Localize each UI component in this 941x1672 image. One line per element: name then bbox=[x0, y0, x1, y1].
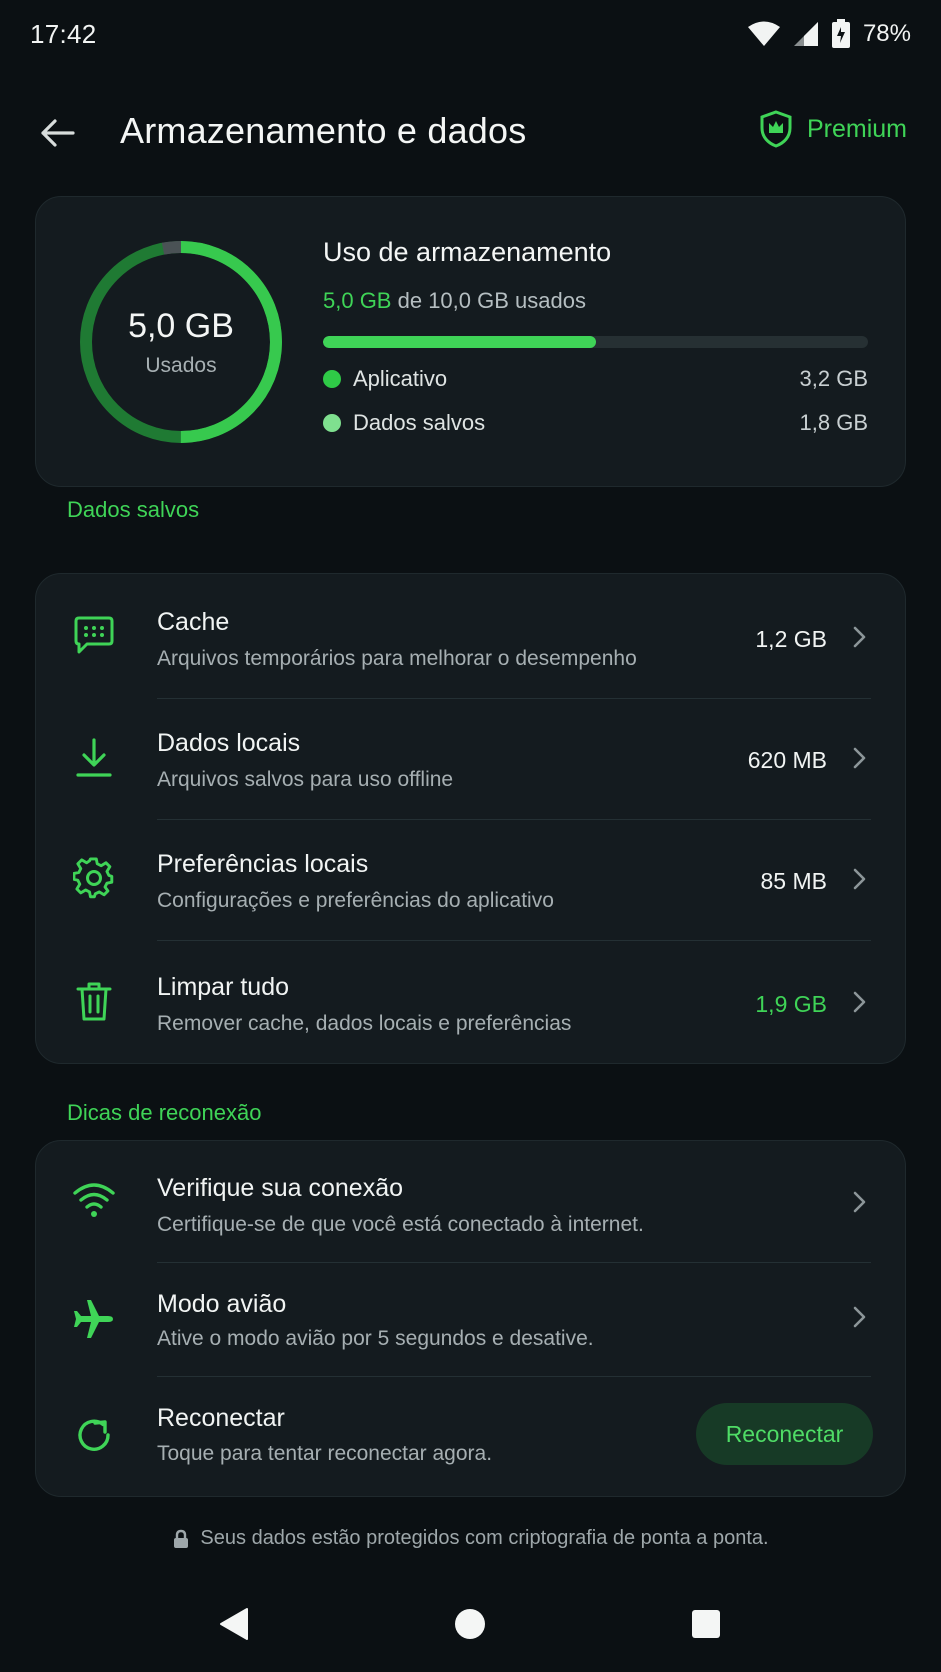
system-nav-bar bbox=[0, 1592, 941, 1656]
premium-label: Premium bbox=[806, 114, 907, 143]
legend-app-value: 3,2 GB bbox=[799, 366, 868, 391]
message-icon bbox=[72, 613, 116, 657]
lock-icon bbox=[174, 1529, 189, 1548]
gear-icon bbox=[72, 856, 116, 900]
list-item-local-preferences[interactable]: Preferências locais Configurações e pref… bbox=[36, 817, 907, 938]
page-title: Armazenamento e dados bbox=[120, 110, 527, 151]
usage-title: Uso de armazenamento bbox=[323, 237, 612, 267]
screen: 17:42 78% Armazenamento e dados Premium … bbox=[0, 0, 941, 1672]
nav-recents-button[interactable] bbox=[682, 1600, 730, 1648]
usage-progress-fill bbox=[323, 336, 596, 348]
nav-home-button[interactable] bbox=[446, 1600, 494, 1648]
legend-saved-data: Dados salvos 1,8 GB bbox=[323, 410, 868, 436]
app-header: Armazenamento e dados Premium bbox=[0, 92, 941, 172]
usage-info: Uso de armazenamento 5,0 GB de 10,0 GB u… bbox=[323, 237, 868, 436]
wifi-status-icon bbox=[747, 21, 780, 46]
legend-saved-value: 1,8 GB bbox=[799, 410, 868, 435]
usage-summary: 5,0 GB de 10,0 GB usados bbox=[323, 288, 868, 314]
usage-progress-bar bbox=[323, 336, 868, 348]
saved-data-card: Cache Arquivos temporários para melhorar… bbox=[35, 573, 906, 1064]
section-label-reconnect-tips: Dicas de reconexão bbox=[67, 1100, 262, 1125]
reconnect-desc: Toque para tentar reconectar agora. bbox=[157, 1442, 493, 1465]
status-time: 17:42 bbox=[30, 18, 97, 49]
trash-icon bbox=[72, 979, 116, 1023]
nav-recents-icon bbox=[692, 1610, 720, 1638]
clear-all-title: Limpar tudo bbox=[157, 973, 290, 1001]
airplane-mode-desc: Ative o modo avião por 5 segundos e desa… bbox=[157, 1327, 594, 1350]
wifi-icon bbox=[72, 1178, 116, 1222]
list-item-check-connection[interactable]: Verifique sua conexão Certifique-se de q… bbox=[36, 1141, 907, 1261]
legend-saved-label: Dados salvos bbox=[353, 410, 486, 435]
security-note-text: Seus dados estão protegidos com criptogr… bbox=[200, 1527, 769, 1549]
cellular-signal-icon bbox=[793, 22, 818, 46]
reconnect-tips-card: Verifique sua conexão Certifique-se de q… bbox=[35, 1140, 906, 1497]
status-icons: 78% bbox=[747, 19, 911, 49]
status-bar: 17:42 78% bbox=[0, 0, 941, 68]
check-connection-title: Verifique sua conexão bbox=[157, 1174, 404, 1202]
list-item-cache[interactable]: Cache Arquivos temporários para melhorar… bbox=[36, 574, 907, 696]
section-label-saved-data: Dados salvos bbox=[67, 497, 200, 522]
check-connection-desc: Certifique-se de que você está conectado… bbox=[157, 1213, 644, 1236]
airplane-mode-title: Modo avião bbox=[157, 1290, 287, 1318]
reconnect-title: Reconectar bbox=[157, 1404, 285, 1432]
download-icon bbox=[72, 736, 116, 780]
local-preferences-title: Preferências locais bbox=[157, 850, 369, 878]
battery-icon bbox=[831, 19, 850, 48]
usage-of-total: de 10,0 GB usados bbox=[397, 288, 586, 313]
chevron-right-icon bbox=[853, 1191, 866, 1213]
airplane-icon bbox=[72, 1297, 116, 1341]
ring-used-label: Usados bbox=[145, 353, 217, 377]
clear-all-desc: Remover cache, dados locais e preferênci… bbox=[157, 1012, 572, 1035]
back-button[interactable] bbox=[34, 110, 80, 156]
clear-all-value: 1,9 GB bbox=[755, 991, 827, 1017]
legend-app-label: Aplicativo bbox=[353, 366, 448, 391]
nav-back-button[interactable] bbox=[210, 1600, 258, 1648]
local-data-value: 620 MB bbox=[747, 747, 827, 773]
battery-percent: 78% bbox=[862, 20, 911, 47]
local-preferences-value: 85 MB bbox=[760, 868, 827, 894]
chevron-right-icon bbox=[853, 868, 866, 890]
chevron-right-icon bbox=[853, 1306, 866, 1328]
refresh-icon bbox=[72, 1413, 116, 1457]
list-item-local-data[interactable]: Dados locais Arquivos salvos para uso of… bbox=[36, 696, 907, 817]
local-data-desc: Arquivos salvos para uso offline bbox=[157, 768, 454, 791]
shield-crown-icon bbox=[760, 110, 792, 148]
list-item-reconnect: Reconectar Toque para tentar reconectar … bbox=[36, 1376, 907, 1496]
list-item-airplane-mode[interactable]: Modo avião Ative o modo avião por 5 segu… bbox=[36, 1261, 907, 1376]
chevron-right-icon bbox=[853, 626, 866, 648]
reconnect-button[interactable]: Reconectar bbox=[696, 1403, 873, 1465]
premium-badge[interactable]: Premium bbox=[759, 110, 907, 148]
legend-app-dot bbox=[323, 370, 341, 388]
storage-usage-card: 5,0 GB Usados Uso de armazenamento 5,0 G… bbox=[35, 196, 906, 487]
list-item-clear-all[interactable]: Limpar tudo Remover cache, dados locais … bbox=[36, 938, 907, 1062]
back-arrow-icon bbox=[41, 119, 75, 147]
cache-desc: Arquivos temporários para melhorar o des… bbox=[157, 647, 637, 670]
legend-app: Aplicativo 3,2 GB bbox=[323, 366, 868, 392]
legend-saved-dot bbox=[323, 414, 341, 432]
chevron-right-icon bbox=[853, 991, 866, 1013]
nav-home-icon bbox=[455, 1609, 485, 1639]
storage-ring: 5,0 GB Usados bbox=[70, 231, 292, 453]
security-note: Seus dados estão protegidos com criptogr… bbox=[0, 1527, 941, 1550]
cache-title: Cache bbox=[157, 608, 230, 636]
local-data-title: Dados locais bbox=[157, 729, 301, 757]
cache-value: 1,2 GB bbox=[755, 626, 827, 652]
local-preferences-desc: Configurações e preferências do aplicati… bbox=[157, 889, 554, 912]
ring-used-value: 5,0 GB bbox=[128, 306, 234, 345]
chevron-right-icon bbox=[853, 747, 866, 769]
nav-back-icon bbox=[220, 1608, 248, 1640]
usage-used: 5,0 GB bbox=[323, 288, 392, 313]
